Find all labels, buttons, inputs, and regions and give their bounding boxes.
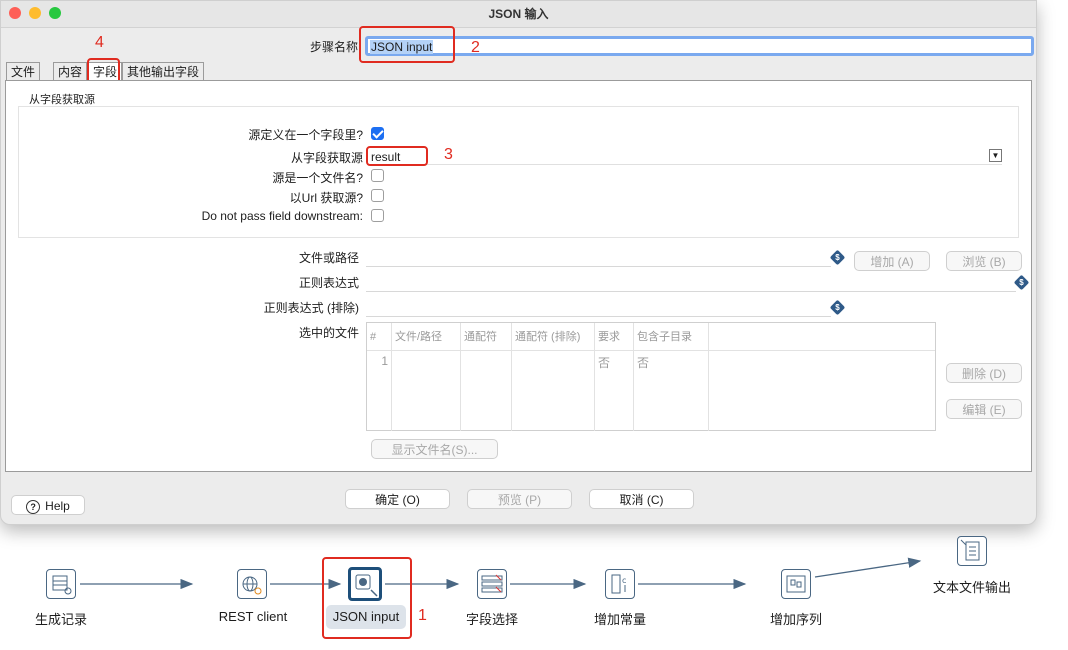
- column-header: 文件/路径: [392, 323, 461, 351]
- json-input-dialog: JSON 输入 步骤名称 JSON input 2 4 文件 内容 字段 其他输…: [0, 0, 1037, 525]
- group-title: 从字段获取源: [29, 94, 95, 106]
- exclude-regex-label: 正则表达式 (排除): [263, 301, 359, 315]
- table-cell[interactable]: 否: [595, 351, 634, 431]
- table-cell[interactable]: [392, 351, 461, 431]
- node-label-rest-client: REST client: [218, 609, 288, 624]
- table-cell[interactable]: [512, 351, 595, 431]
- show-filenames-button[interactable]: 显示文件名(S)...: [371, 439, 498, 459]
- window-titlebar: JSON 输入: [1, 1, 1036, 28]
- edit-button[interactable]: 编辑 (E): [946, 399, 1022, 419]
- table-cell: 1: [367, 351, 392, 431]
- workflow-hops: [80, 557, 922, 590]
- do-not-pass-field-checkbox[interactable]: [371, 209, 384, 222]
- table-cell[interactable]: 否: [634, 351, 709, 431]
- text-file-output-node[interactable]: [957, 536, 987, 566]
- ok-button[interactable]: 确定 (O): [345, 489, 450, 509]
- exclude-regex-input[interactable]: [366, 298, 831, 317]
- variable-dollar-icon[interactable]: $: [829, 249, 846, 266]
- regex-label: 正则表达式: [298, 276, 359, 290]
- browse-button[interactable]: 浏览 (B): [946, 251, 1022, 271]
- svg-text:c: c: [622, 576, 626, 585]
- get-from-field-select[interactable]: result ▼: [369, 148, 1002, 165]
- generate-rows-node[interactable]: [46, 569, 76, 599]
- step-name-input[interactable]: JSON input: [365, 36, 1034, 56]
- close-window-button[interactable]: [9, 7, 21, 19]
- add-constants-icon: c: [611, 574, 626, 594]
- annotation-box-3: [366, 146, 428, 166]
- column-header: 通配符: [461, 323, 512, 351]
- annotation-1: 1: [418, 607, 427, 624]
- generate-rows-icon: [52, 575, 72, 595]
- variable-dollar-icon[interactable]: $: [1013, 274, 1030, 291]
- select-values-node[interactable]: [477, 569, 507, 599]
- source-is-filename-checkbox[interactable]: [371, 169, 384, 182]
- preview-button[interactable]: 预览 (P): [467, 489, 572, 509]
- help-button[interactable]: ? Help: [11, 495, 85, 515]
- node-label-generate-rows: 生成记录: [34, 612, 87, 627]
- node-label-text-file-output: 文本文件输出: [932, 580, 1011, 595]
- minimize-window-button[interactable]: [29, 7, 41, 19]
- tab-content[interactable]: 内容: [53, 62, 88, 81]
- add-sequence-icon: [786, 575, 806, 593]
- zoom-window-button[interactable]: [49, 7, 61, 19]
- delete-button[interactable]: 删除 (D): [946, 363, 1022, 383]
- annotation-4: 4: [95, 34, 104, 51]
- cancel-button[interactable]: 取消 (C): [589, 489, 694, 509]
- get-from-field-label: 从字段获取源: [290, 151, 363, 165]
- help-label: Help: [45, 499, 70, 513]
- select-values-icon: [481, 574, 503, 593]
- text-file-output-icon: [960, 539, 980, 561]
- annotation-2: 2: [471, 39, 480, 56]
- selected-files-table[interactable]: # 文件/路径 通配符 通配符 (排除) 要求 包含子目录 1 否 否: [366, 322, 936, 431]
- file-or-dir-input[interactable]: [366, 248, 831, 267]
- column-header: #: [367, 323, 392, 351]
- regex-input[interactable]: [366, 273, 1016, 292]
- source-is-filename-label: 源是一个文件名?: [272, 171, 363, 185]
- file-or-dir-label: 文件或路径: [298, 251, 359, 265]
- add-file-button[interactable]: 增加 (A): [854, 251, 930, 271]
- rest-globe-icon: [242, 576, 262, 595]
- add-constants-node[interactable]: c: [605, 569, 635, 599]
- source-in-field-checkbox[interactable]: [371, 127, 384, 140]
- help-icon: ?: [26, 499, 41, 514]
- step-name-label: 步骤名称: [309, 40, 358, 54]
- source-in-field-label: 源定义在一个字段里?: [248, 128, 363, 142]
- column-header: 要求: [595, 323, 634, 351]
- tab-other-output-fields[interactable]: 其他输出字段: [122, 62, 205, 81]
- node-label-select-values: 字段选择: [465, 612, 518, 627]
- selected-files-label: 选中的文件: [298, 326, 359, 340]
- add-sequence-node[interactable]: [781, 569, 811, 599]
- node-label-add-constants: 增加常量: [593, 612, 646, 627]
- annotation-box-2: [359, 26, 455, 63]
- table-cell[interactable]: [461, 351, 512, 431]
- annotation-box-1: [322, 557, 412, 639]
- annotation-3: 3: [444, 146, 453, 163]
- dropdown-arrow-icon[interactable]: ▼: [989, 149, 1002, 162]
- column-header: 包含子目录: [634, 323, 709, 351]
- tab-file[interactable]: 文件: [6, 62, 41, 81]
- read-url-label: 以Url 获取源?: [289, 191, 363, 205]
- node-label-add-sequence: 增加序列: [769, 612, 822, 627]
- rest-client-node[interactable]: [237, 569, 267, 599]
- do-not-pass-field-label: Do not pass field downstream:: [201, 209, 363, 223]
- window-title: JSON 输入: [488, 7, 549, 21]
- read-url-checkbox[interactable]: [371, 189, 384, 202]
- variable-dollar-icon[interactable]: $: [829, 299, 846, 316]
- column-header: 通配符 (排除): [512, 323, 595, 351]
- hop-arrow: [814, 557, 922, 578]
